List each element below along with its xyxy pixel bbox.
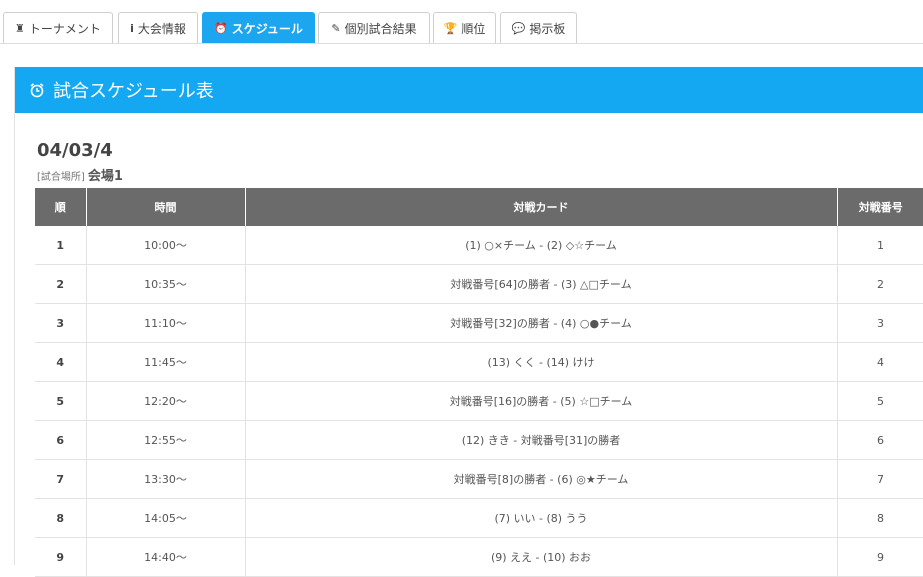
row-order: 7 <box>35 459 87 499</box>
row-match: 対戦番号[32]の勝者 - (4) ○●チーム <box>245 303 838 343</box>
info-icon: i <box>130 21 134 35</box>
col-match-number: 対戦番号 <box>837 188 923 226</box>
schedule-panel: 試合スケジュール表 04/03/4 [試合場所] 会場1 順 時間 対戦カード 対… <box>14 67 923 577</box>
col-time: 時間 <box>86 188 246 226</box>
tab-label: 掲示板 <box>529 21 566 36</box>
row-order: 9 <box>35 537 87 577</box>
row-match: (1) ○×チーム - (2) ◇☆チーム <box>245 226 838 265</box>
row-order: 2 <box>35 264 87 304</box>
tab-board[interactable]: 💬 掲示板 <box>500 12 577 43</box>
row-order: 4 <box>35 342 87 382</box>
tab-label: トーナメント <box>28 21 101 36</box>
panel-title: 試合スケジュール表 <box>53 81 214 102</box>
row-order: 5 <box>35 381 87 421</box>
match-date: 04/03/4 <box>37 140 113 161</box>
row-time: 12:20〜 <box>86 381 246 421</box>
panel-header: 試合スケジュール表 <box>15 67 923 113</box>
row-time: 10:00〜 <box>86 226 246 265</box>
schedule-table: 順 時間 対戦カード 対戦番号 1 10:00〜 (1) ○×チーム - (2)… <box>35 188 923 577</box>
row-match-number: 6 <box>837 420 923 460</box>
tab-tournament[interactable]: ♜ トーナメント <box>3 12 113 43</box>
row-order: 3 <box>35 303 87 343</box>
row-match-number: 9 <box>837 537 923 577</box>
comment-icon: 💬 <box>511 21 526 35</box>
row-match-number: 1 <box>837 226 923 265</box>
tab-ranking[interactable]: 🏆 順位 <box>433 12 496 43</box>
row-match-number: 2 <box>837 264 923 304</box>
alarm-clock-icon: ⏰ <box>214 21 228 35</box>
row-match: 対戦番号[16]の勝者 - (5) ☆□チーム <box>245 381 838 421</box>
table-header-row: 順 時間 対戦カード 対戦番号 <box>35 188 923 226</box>
trophy-icon: 🏆 <box>443 21 458 35</box>
row-time: 12:55〜 <box>86 420 246 460</box>
row-time: 10:35〜 <box>86 264 246 304</box>
row-match-number: 3 <box>837 303 923 343</box>
tab-label: 個別試合結果 <box>344 21 417 36</box>
row-match: (9) ええ - (10) おお <box>245 537 838 577</box>
table-row: 4 11:45〜 (13) くく - (14) けけ 4 <box>35 342 923 382</box>
venue-name: 会場1 <box>87 169 123 184</box>
row-match-number: 4 <box>837 342 923 382</box>
row-match: (7) いい - (8) うう <box>245 498 838 538</box>
table-row: 2 10:35〜 対戦番号[64]の勝者 - (3) △□チーム 2 <box>35 264 923 304</box>
col-match: 対戦カード <box>245 188 838 226</box>
table-row: 8 14:05〜 (7) いい - (8) うう 8 <box>35 498 923 538</box>
tab-info[interactable]: i 大会情報 <box>118 12 198 43</box>
row-match-number: 5 <box>837 381 923 421</box>
row-order: 8 <box>35 498 87 538</box>
pencil-icon: ✎ <box>331 21 341 35</box>
table-row: 1 10:00〜 (1) ○×チーム - (2) ◇☆チーム 1 <box>35 226 923 265</box>
row-match: (12) きき - 対戦番号[31]の勝者 <box>245 420 838 460</box>
row-match: 対戦番号[8]の勝者 - (6) ◎★チーム <box>245 459 838 499</box>
tab-match-results[interactable]: ✎ 個別試合結果 <box>318 12 430 43</box>
venue-prefix: [試合場所] <box>37 172 85 183</box>
row-match-number: 8 <box>837 498 923 538</box>
col-order: 順 <box>35 188 87 226</box>
alarm-clock-icon <box>30 83 44 98</box>
table-row: 6 12:55〜 (12) きき - 対戦番号[31]の勝者 6 <box>35 420 923 460</box>
tab-label: スケジュール <box>231 21 303 36</box>
tab-label: 大会情報 <box>137 21 186 36</box>
row-time: 14:40〜 <box>86 537 246 577</box>
venue-line: [試合場所] 会場1 <box>37 165 123 184</box>
row-time: 11:10〜 <box>86 303 246 343</box>
tab-schedule[interactable]: ⏰ スケジュール <box>202 12 315 43</box>
tab-bar: ♜ トーナメント i 大会情報 ⏰ スケジュール ✎ 個別試合結果 🏆 順位 💬… <box>0 0 923 44</box>
row-match: 対戦番号[64]の勝者 - (3) △□チーム <box>245 264 838 304</box>
row-time: 13:30〜 <box>86 459 246 499</box>
row-order: 6 <box>35 420 87 460</box>
trophy-small-icon: ♜ <box>15 21 25 35</box>
row-time: 11:45〜 <box>86 342 246 382</box>
table-row: 9 14:40〜 (9) ええ - (10) おお 9 <box>35 537 923 577</box>
table-row: 5 12:20〜 対戦番号[16]の勝者 - (5) ☆□チーム 5 <box>35 381 923 421</box>
row-time: 14:05〜 <box>86 498 246 538</box>
table-row: 7 13:30〜 対戦番号[8]の勝者 - (6) ◎★チーム 7 <box>35 459 923 499</box>
tab-label: 順位 <box>461 21 486 36</box>
table-row: 3 11:10〜 対戦番号[32]の勝者 - (4) ○●チーム 3 <box>35 303 923 343</box>
row-match-number: 7 <box>837 459 923 499</box>
row-match: (13) くく - (14) けけ <box>245 342 838 382</box>
row-order: 1 <box>35 226 87 265</box>
